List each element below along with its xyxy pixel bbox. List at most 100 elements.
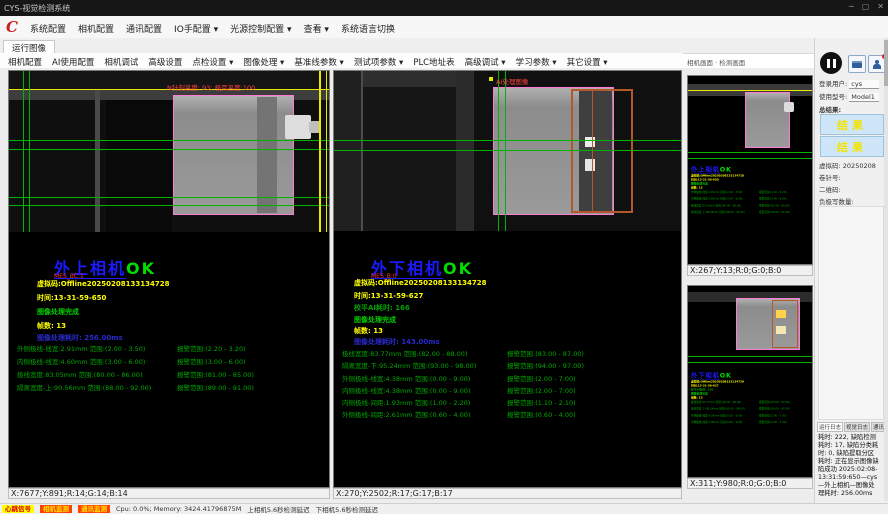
baseline [688, 356, 812, 357]
connector [285, 115, 311, 139]
frame-count-line: 帧数: 13 [354, 326, 383, 336]
minimize-icon[interactable]: ─ [849, 2, 854, 11]
pause-button[interactable] [820, 52, 842, 74]
tool-advanced-debug[interactable]: 高级调试 ▾ [465, 56, 506, 68]
baseline [9, 197, 329, 198]
model-label: 使用型号: [819, 93, 847, 101]
tab-strip: 运行图像 [0, 38, 888, 54]
menu-system-config[interactable]: 系统配置 [30, 22, 66, 35]
frame-count-line: 帧数: 13 [37, 321, 66, 331]
camera-name: 外上相机 [691, 166, 720, 174]
scene-dark [106, 100, 172, 232]
result-ok: OK [720, 166, 732, 174]
measurement-row: 内侧极线-线宽:4.38mm 范围:(0.00 - 9.00) 报警范围:(2.… [342, 385, 470, 395]
measurement-row: 内侧极线-间距:1.93mm 范围:(1.00 - 2.20) 报警范围:(1.… [342, 397, 470, 407]
menu-view[interactable]: 查看 ▾ [304, 22, 329, 35]
close-icon[interactable]: ✕ [877, 2, 884, 11]
tool-learning-params[interactable]: 学习参数 ▾ [516, 56, 557, 68]
login-value-field[interactable]: cys [849, 80, 879, 89]
barcode-line: 虚拟码:Offline20250208133134728 [354, 278, 487, 288]
coords-bar-upper: X:7677;Y:891;R:14;G:14;B:14 [8, 488, 330, 499]
measurement-text: 极线宽度:83.05mm 范围:(80.00 - 86.00) [691, 204, 741, 207]
alarm-range: 报警范围:(89.00 - 91.00) [759, 210, 790, 214]
camera-result-title: 外下相机OK [691, 370, 813, 380]
title-bar: CYS-视觉检测系统 ─ ▢ ✕ [0, 0, 888, 16]
needle-label: 卷针号: [819, 172, 841, 182]
alarm-range: 报警范围:(2.00 - 7.00) [759, 420, 786, 424]
measurement-text: 内侧极线-线宽:4.38mm 范围:(0.00 - 9.00) [342, 387, 470, 395]
ruler-vertical [326, 71, 327, 232]
camera-name: 外下相机 [691, 372, 720, 380]
measurement-row: 外侧极线-线宽:2.91mm 范围:(2.00 - 3.50) 报警范围:(2.… [17, 343, 145, 353]
measurement-row: 隔离宽度-上:90.56mm 范围:(88.00 - 92.00) 报警范围:(… [691, 210, 813, 217]
camera-view-lower[interactable]: AI处理图像 外下相机OK MES_B:0 虚拟码:Offline2025020… [333, 70, 682, 488]
tool-bar: 相机配置 AI使用配置 相机调试 高级设置 点检设置 ▾ 图像处理 ▾ 基准线参… [0, 53, 683, 69]
upper-camera-delay: 上相机5.6秒检测延迟 [247, 504, 309, 514]
camera-result-title: 外上相机OK [691, 164, 813, 174]
ai-label: AI处理图像 [496, 76, 528, 86]
main-content: N针刻高度: 93; 极耳高度:100 外上相机OK MES_BC:1 虚拟码:… [0, 68, 888, 503]
alarm-range: 报警范围:(81.00 - 85.00) [759, 203, 790, 207]
roi-rect [571, 89, 633, 213]
vcode-row: 虚拟码: 20250208 [819, 160, 876, 170]
measurement-text: 外侧极线-线宽:2.91mm 范围:(2.00 - 3.50) [691, 190, 742, 193]
status-bar: 心跳信号 相机监测 通讯监测 Cpu: 0.0%; Memory: 3424.4… [0, 503, 888, 514]
tab-run-log[interactable]: 运行日志 [817, 422, 843, 432]
alarm-range: 报警范围:(89.00 - 91.00) [177, 382, 254, 392]
scrollbar-thumb[interactable] [884, 40, 888, 86]
roi-rect [772, 300, 798, 348]
roi-marker [489, 77, 493, 81]
measurement-row: 极线宽度:83.05mm 范围:(80.00 - 86.00) 报警范围:(81… [17, 369, 142, 379]
baseline [9, 140, 329, 141]
measurement-text: 外侧极线-线宽:4.38mm 范围:(0.00 - 9.00) [342, 375, 470, 383]
thumbnail-view-lower[interactable]: 外下相机OK 虚拟码:Offline20250208133134728 时间:1… [687, 285, 813, 478]
tool-baseline-params[interactable]: 基准线参数 ▾ [294, 56, 343, 68]
scene-col [334, 71, 362, 231]
camera-view-upper[interactable]: N针刻高度: 93; 极耳高度:100 外上相机OK MES_BC:1 虚拟码:… [8, 70, 330, 488]
connector [784, 102, 794, 112]
menu-comm-config[interactable]: 通讯配置 [126, 22, 162, 35]
measurement-row: 隔离宽度-上:90.56mm 范围:(88.00 - 92.00) 报警范围:(… [17, 382, 151, 392]
coords-bar-lower: X:270;Y:2502;R:17;G:17;B:17 [333, 488, 682, 499]
menu-language-switch[interactable]: 系统语言切换 [341, 22, 395, 35]
tool-image-processing[interactable]: 图像处理 ▾ [243, 56, 284, 68]
tool-camera-config[interactable]: 相机配置 [8, 56, 42, 68]
right-panel: 登录用户: cys 使用型号: Model1 总结果: 结果 结果 虚拟码: 2… [814, 38, 888, 503]
measurement-text: 外侧极线-线宽:4.38mm 范围:(0.00 - 9.00) [691, 414, 742, 417]
result-indicator-1: 结果 [820, 114, 884, 135]
mini-overlay: 外上相机OK 虚拟码:Offline20250208133134728 时间:1… [691, 164, 813, 217]
window-title: CYS-视觉检测系统 [4, 3, 70, 14]
height-label: N针刻高度: 93; 极耳高度:100 [167, 82, 255, 92]
tool-test-params[interactable]: 测试项参数 ▾ [354, 56, 403, 68]
login-label: 登录用户: [819, 80, 847, 88]
baseline [688, 152, 812, 153]
log-text: 耗时: 222, 缺陷检测耗时: 17, 缺陷分类耗时: 0, 缺陷提取分区耗时… [818, 434, 880, 498]
process-done-line: 图像处理完成 [354, 315, 396, 325]
alarm-range: 报警范围:(3.00 - 6.00) [759, 196, 786, 200]
tool-plc-address[interactable]: PLC地址表 [413, 56, 454, 68]
menu-camera-config[interactable]: 相机配置 [78, 22, 114, 35]
keyboard-button[interactable] [848, 55, 866, 73]
app-logo-icon: C [6, 18, 18, 36]
tool-advanced-settings[interactable]: 高级设置 [148, 56, 182, 68]
measurement-text: 隔离宽度-上:90.56mm 范围:(88.00 - 92.00) [691, 211, 745, 214]
vcode-label: 虚拟码: [819, 162, 841, 170]
model-value-field[interactable]: Model1 [849, 93, 879, 102]
panel-scrollbar[interactable] [884, 38, 888, 501]
thumbnail-view-upper[interactable]: 外上相机OK 虚拟码:Offline20250208133134728 时间:1… [687, 75, 813, 265]
measurement-row: 隔离宽度-下:95.24mm 范围:(93.00 - 98.00) 报警范围:(… [691, 406, 813, 413]
tab-vision-log[interactable]: 视觉日志 [844, 422, 870, 432]
tool-spotcheck-settings[interactable]: 点检设置 ▾ [192, 56, 233, 68]
menu-light-config[interactable]: 光源控制配置 ▾ [230, 22, 291, 35]
menu-io-config[interactable]: IO手配置 ▾ [174, 22, 218, 35]
coords-bar-thumb2: X:311;Y:980;R:0;G:0;B:0 [687, 478, 813, 489]
alarm-range: 报警范围:(2.00 - 7.00) [507, 385, 576, 395]
tool-other-settings[interactable]: 其它设置 ▾ [567, 56, 608, 68]
measurement-text: 内侧极线-线宽:4.38mm 范围:(0.00 - 9.00) [691, 421, 742, 424]
maximize-icon[interactable]: ▢ [862, 2, 870, 11]
tool-camera-debug[interactable]: 相机调试 [104, 56, 138, 68]
detail-list-box[interactable] [818, 206, 884, 420]
tab-run-image[interactable]: 运行图像 [3, 40, 55, 54]
user-switch-icon [872, 60, 882, 69]
tool-ai-config[interactable]: AI使用配置 [52, 56, 94, 68]
